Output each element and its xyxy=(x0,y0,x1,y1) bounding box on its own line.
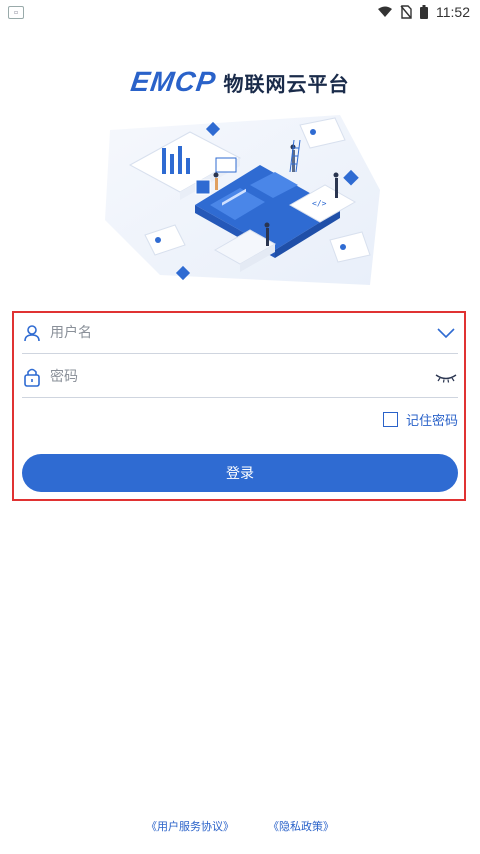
remember-password[interactable]: 记住密码 xyxy=(382,410,458,429)
footer-links: 《用户服务协议》 《隐私政策》 xyxy=(0,818,480,834)
privacy-policy-link[interactable]: 《隐私政策》 xyxy=(268,818,334,834)
chevron-down-icon[interactable] xyxy=(434,323,458,343)
brand-logo: EMCP xyxy=(128,66,218,97)
status-time: 11:52 xyxy=(436,4,470,20)
wifi-icon xyxy=(378,6,392,17)
password-input[interactable] xyxy=(48,368,434,386)
app-notification-icon: ▫ xyxy=(8,6,24,19)
user-icon xyxy=(24,325,40,342)
no-sim-icon xyxy=(400,5,412,19)
username-field[interactable] xyxy=(22,313,458,354)
lock-icon xyxy=(24,368,40,387)
brand-name: 物联网云平台 xyxy=(223,71,350,96)
remember-checkbox[interactable] xyxy=(382,412,398,427)
username-input[interactable] xyxy=(48,324,434,342)
user-agreement-link[interactable]: 《用户服务协议》 xyxy=(146,818,234,834)
svg-text:</>: </> xyxy=(312,199,327,208)
hero-illustration: </> xyxy=(105,115,380,285)
brand-header: EMCP 物联网云平台 xyxy=(0,64,480,100)
remember-label[interactable]: 记住密码 xyxy=(406,410,458,429)
password-field[interactable] xyxy=(22,357,458,398)
status-bar: ▫ 11:52 xyxy=(0,0,480,24)
login-button[interactable]: 登录 xyxy=(22,454,458,492)
battery-icon xyxy=(420,5,428,19)
eye-closed-icon[interactable] xyxy=(434,367,458,387)
